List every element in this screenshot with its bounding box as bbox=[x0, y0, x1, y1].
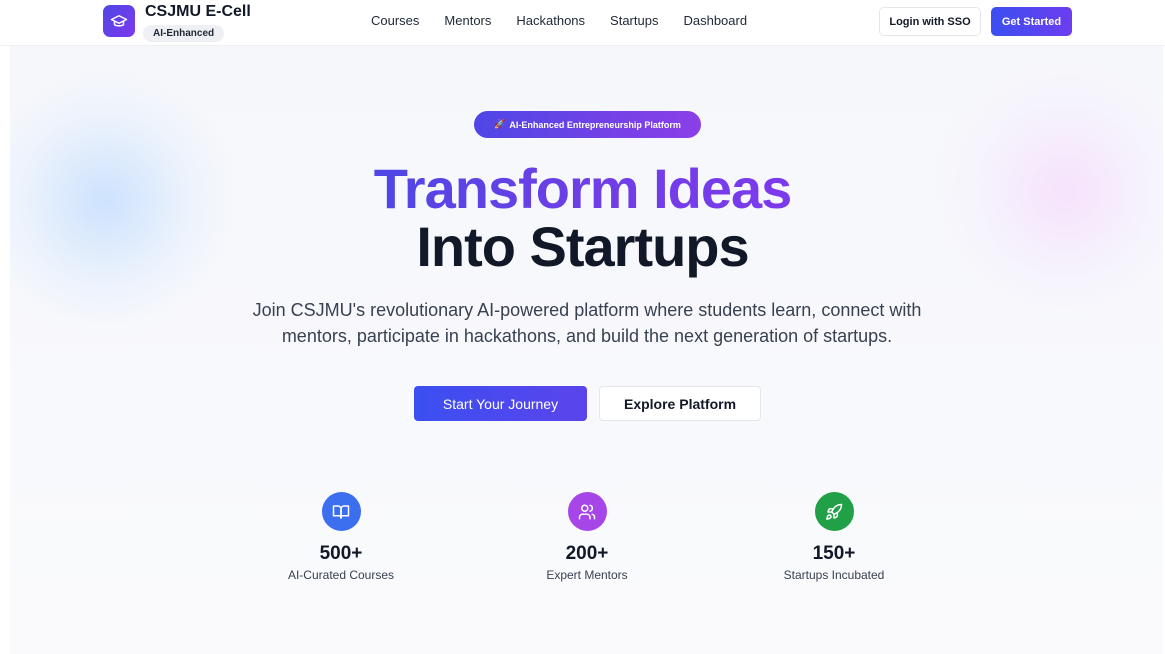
main-nav: Courses Mentors Hackathons Startups Dash… bbox=[371, 13, 747, 29]
platform-pill-badge: 🚀 AI-Enhanced Entrepreneurship Platform bbox=[474, 111, 701, 138]
graduation-cap-icon[interactable] bbox=[103, 5, 135, 37]
stat-value: 200+ bbox=[565, 543, 609, 564]
nav-startups[interactable]: Startups bbox=[610, 13, 658, 29]
brand-badge: AI-Enhanced bbox=[143, 25, 225, 42]
stat-label: AI-Curated Courses bbox=[287, 568, 395, 582]
hero-subtitle: Join CSJMU's revolutionary AI-powered pl… bbox=[252, 300, 922, 346]
book-open-icon bbox=[321, 492, 361, 531]
stat-mentors: 200+ Expert Mentors bbox=[487, 492, 687, 582]
users-icon bbox=[567, 492, 607, 531]
top-navbar: CSJMU E-Cell AI-Enhanced Courses Mentors… bbox=[0, 0, 1165, 46]
start-journey-button[interactable]: Start Your Journey bbox=[414, 386, 587, 421]
nav-hackathons[interactable]: Hackathons bbox=[516, 13, 585, 29]
nav-mentors[interactable]: Mentors bbox=[444, 13, 491, 29]
stat-startups: 150+ Startups Incubated bbox=[734, 492, 934, 582]
rocket-emoji-icon: 🚀 bbox=[494, 119, 506, 129]
get-started-button[interactable]: Get Started bbox=[991, 7, 1072, 36]
brand-name[interactable]: CSJMU E-Cell bbox=[145, 3, 251, 21]
pill-label: AI-Enhanced Entrepreneurship Platform bbox=[509, 119, 681, 130]
stat-label: Expert Mentors bbox=[546, 568, 628, 582]
nav-dashboard[interactable]: Dashboard bbox=[683, 13, 747, 29]
stat-value: 150+ bbox=[812, 543, 856, 564]
stat-courses: 500+ AI-Curated Courses bbox=[241, 492, 441, 582]
nav-courses[interactable]: Courses bbox=[371, 13, 419, 29]
rocket-icon bbox=[814, 492, 854, 531]
login-sso-button[interactable]: Login with SSO bbox=[879, 7, 981, 36]
hero-title-line2: Into Startups bbox=[416, 215, 749, 278]
stat-label: Startups Incubated bbox=[783, 568, 885, 582]
stat-value: 500+ bbox=[319, 543, 363, 564]
explore-platform-button[interactable]: Explore Platform bbox=[599, 386, 761, 421]
hero-title-line1: Transform Ideas bbox=[373, 157, 793, 220]
